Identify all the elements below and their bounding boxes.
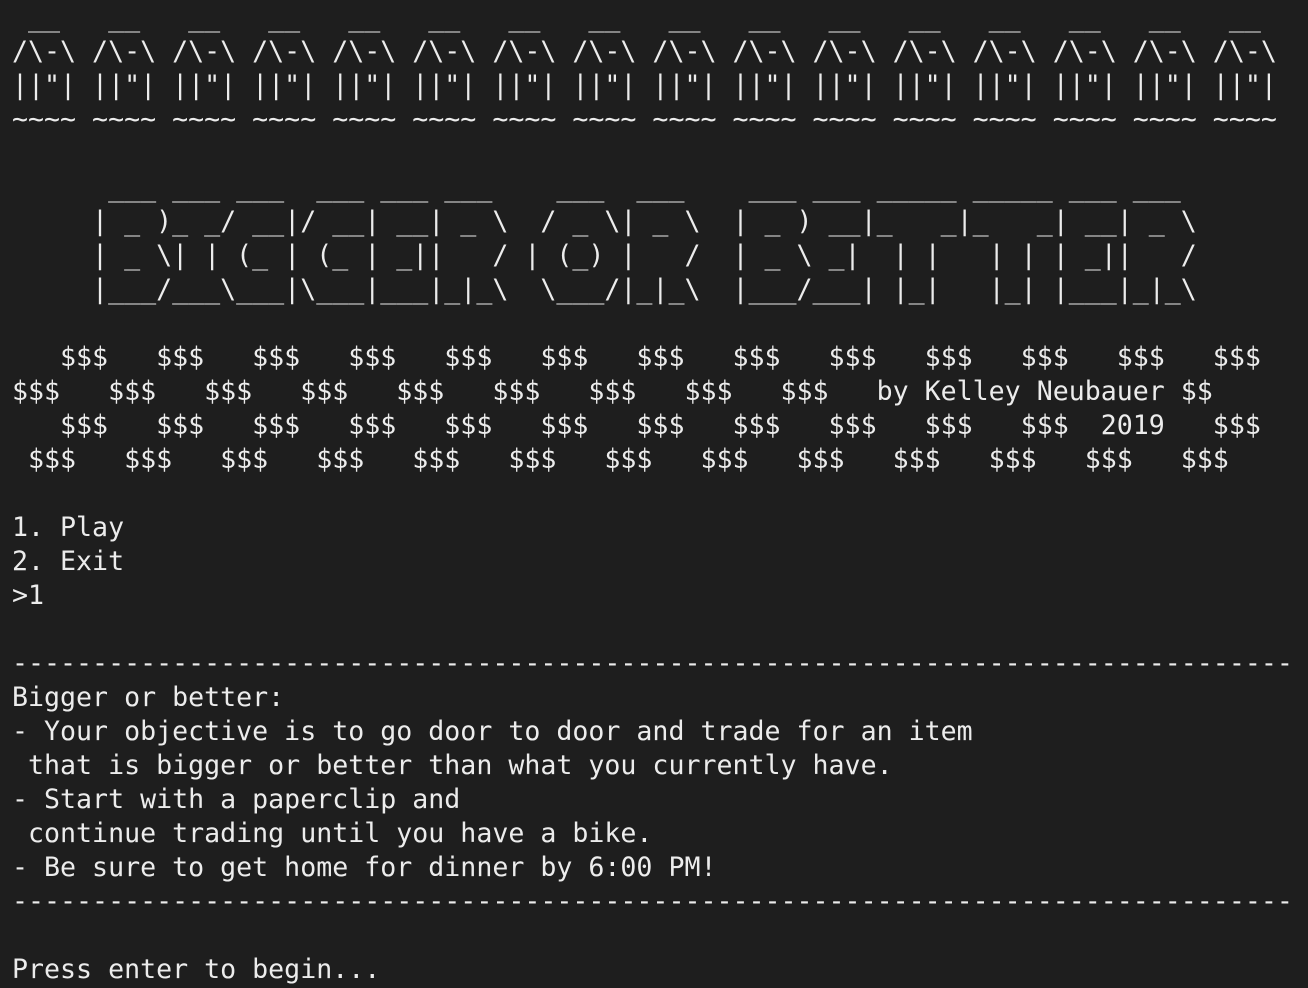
instructions-heading: Bigger or better: — [12, 682, 285, 713]
menu-option-exit: 2. Exit — [12, 546, 125, 577]
instruction-line: - Start with a paperclip and — [12, 784, 461, 815]
money-art-line: $$$ $$$ $$$ $$$ $$$ $$$ $$$ $$$ $$$ $$$ … — [12, 410, 1261, 441]
main-menu: 1. Play 2. Exit >1 — [12, 511, 1308, 613]
banner-line: __ __ __ __ __ __ __ __ __ __ __ __ __ _… — [12, 2, 1261, 33]
title-art-line: |___/___\___|\___|___|_|_\ \___/|_|_\ |_… — [12, 274, 1197, 305]
banner-top-art: __ __ __ __ __ __ __ __ __ __ __ __ __ _… — [12, 1, 1308, 137]
title-art: ___ ___ ___ ___ ___ ___ ___ ___ ___ ___ … — [12, 171, 1308, 307]
instruction-line: - Your objective is to go door to door a… — [12, 716, 973, 747]
instruction-line: that is bigger or better than what you c… — [12, 750, 893, 781]
money-art: $$$ $$$ $$$ $$$ $$$ $$$ $$$ $$$ $$$ $$$ … — [12, 341, 1308, 477]
instruction-line: continue trading until you have a bike. — [12, 818, 653, 849]
money-art-line: $$$ $$$ $$$ $$$ $$$ $$$ $$$ $$$ $$$ by K… — [12, 376, 1213, 407]
instructions-block: Bigger or better: - Your objective is to… — [12, 681, 1308, 885]
money-art-line: $$$ $$$ $$$ $$$ $$$ $$$ $$$ $$$ $$$ $$$ … — [12, 342, 1261, 373]
title-art-line: | _ )_ _/ __|/ __| __| _ \ / _ \| _ \ | … — [12, 206, 1197, 237]
terminal-window[interactable]: __ __ __ __ __ __ __ __ __ __ __ __ __ _… — [0, 0, 1308, 988]
menu-option-play: 1. Play — [12, 512, 125, 543]
press-enter-prompt: Press enter to begin... — [12, 954, 381, 985]
title-art-line: | _ \| | (_ | (_ | _|| / | (_) | / | _ \… — [12, 240, 1197, 271]
banner-line: /\-\ /\-\ /\-\ /\-\ /\-\ /\-\ /\-\ /\-\ … — [12, 36, 1277, 67]
menu-input-line: >1 — [12, 580, 45, 611]
instruction-line: - Be sure to get home for dinner by 6:00… — [12, 852, 717, 883]
money-art-line: $$$ $$$ $$$ $$$ $$$ $$$ $$$ $$$ $$$ $$$ … — [12, 444, 1229, 475]
divider-bottom: ----------------------------------------… — [12, 886, 1293, 917]
banner-line: ~~~~ ~~~~ ~~~~ ~~~~ ~~~~ ~~~~ ~~~~ ~~~~ … — [12, 104, 1277, 135]
title-art-line: ___ ___ ___ ___ ___ ___ ___ ___ ___ ___ … — [12, 172, 1181, 203]
divider-top: ----------------------------------------… — [12, 648, 1293, 679]
banner-line: ||"| ||"| ||"| ||"| ||"| ||"| ||"| ||"| … — [12, 70, 1277, 101]
